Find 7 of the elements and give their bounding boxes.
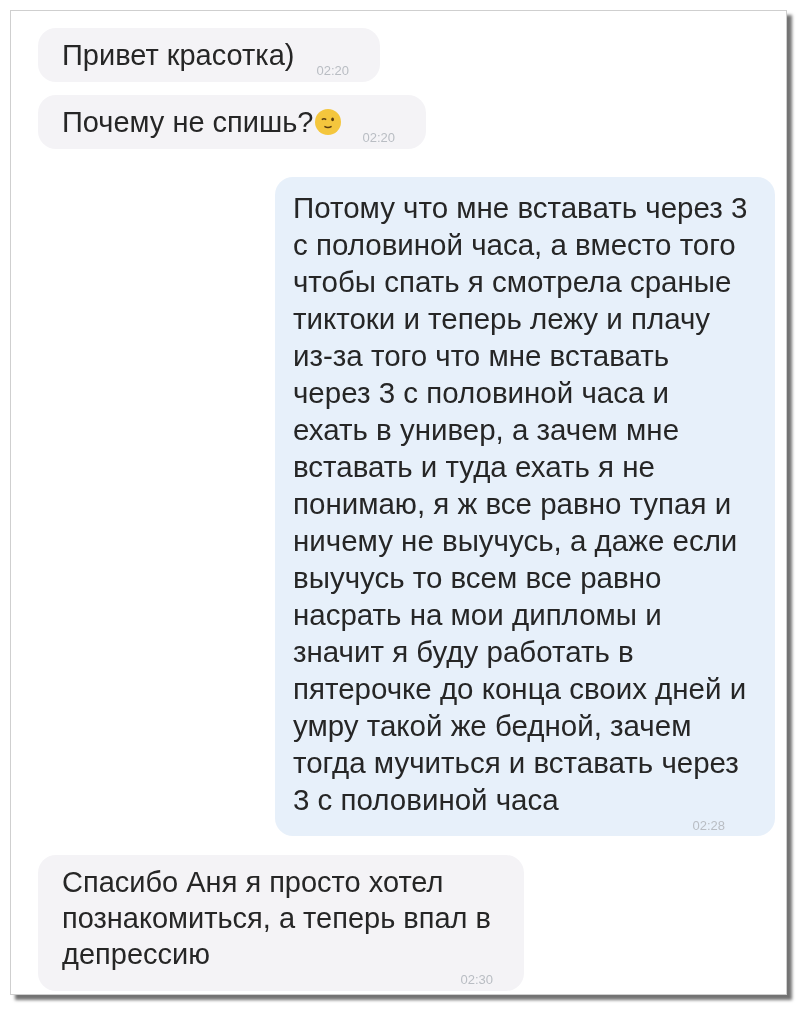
message-time: 02:30 [460, 972, 493, 987]
message-text: Спасибо Аня я просто хотел познакомиться, а теперь впал в депрессию [62, 865, 491, 972]
message-text: Привет красотка) [62, 38, 295, 73]
message-time: 02:20 [362, 130, 396, 145]
message-time: 02:20 [316, 63, 349, 78]
message-text: Потому что мне вставать через 3 с половиной часа, а вместо того чтобы спать я смотрела сраные тиктоки и теперь лежу и плачу из-за того что мне вставать через 3 с половиной часа и ехать в универ, а зачем мне вставать и туда ехать я не понимаю, я ж все равно тупая и ничему не выучусь, а даже если выучусь то всем все равно насрать на мои дипломы и значит я буду работать в пятерочке до конца своих дней и умру такой же бедной, зачем тогда мучиться и вставать через 3 с половиной часа [293, 190, 748, 818]
message-text: Почему не спишь? [62, 105, 314, 140]
